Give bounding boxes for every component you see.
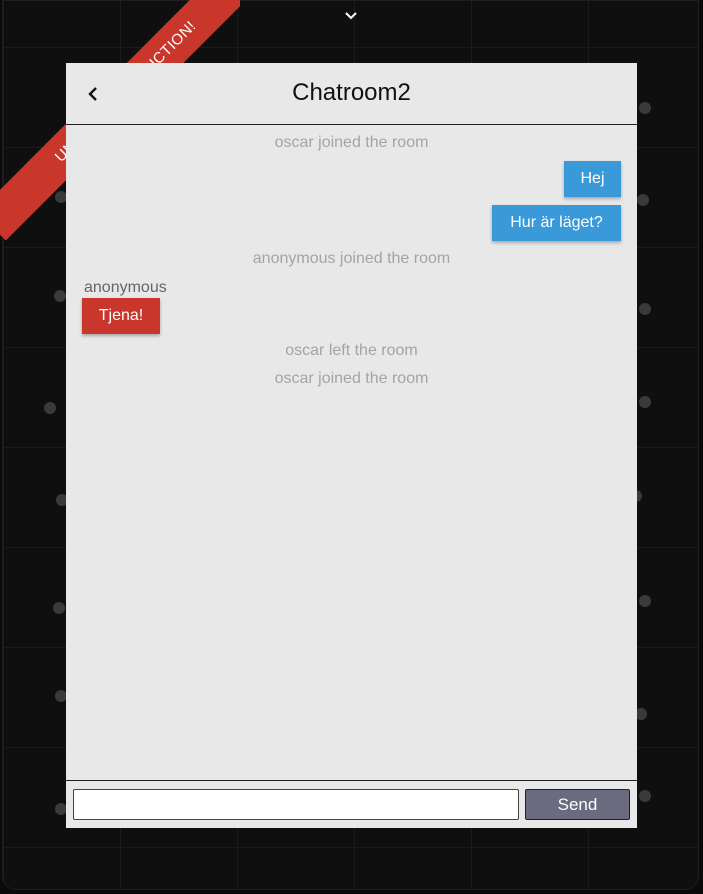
other-message-bubble: Tjena! [82, 298, 160, 334]
system-message: oscar left the room [285, 342, 418, 359]
sender-name: anonymous [84, 279, 167, 296]
background-dot [639, 595, 651, 607]
message-input-bar: Send [66, 780, 637, 828]
background-dot [637, 194, 649, 206]
system-message: anonymous joined the room [252, 250, 451, 267]
own-message-bubble: Hej [564, 161, 621, 197]
background-dot [639, 303, 651, 315]
chat-title: Chatroom2 [292, 79, 411, 106]
background-dot [639, 790, 651, 802]
chat-header: Chatroom2 [66, 63, 637, 125]
message-input[interactable] [73, 789, 519, 820]
chat-window: Chatroom2 oscar joined the room Hej Hur … [66, 63, 637, 828]
background-dot [53, 602, 65, 614]
send-button[interactable]: Send [525, 789, 630, 820]
system-message: oscar joined the room [274, 370, 429, 387]
system-message: oscar joined the room [274, 134, 429, 151]
background-dot [54, 290, 66, 302]
chevron-down-icon[interactable] [343, 8, 359, 24]
background-dot [639, 102, 651, 114]
own-message-bubble: Hur är läget? [492, 205, 621, 241]
background-dot [44, 402, 56, 414]
background-dot [639, 396, 651, 408]
